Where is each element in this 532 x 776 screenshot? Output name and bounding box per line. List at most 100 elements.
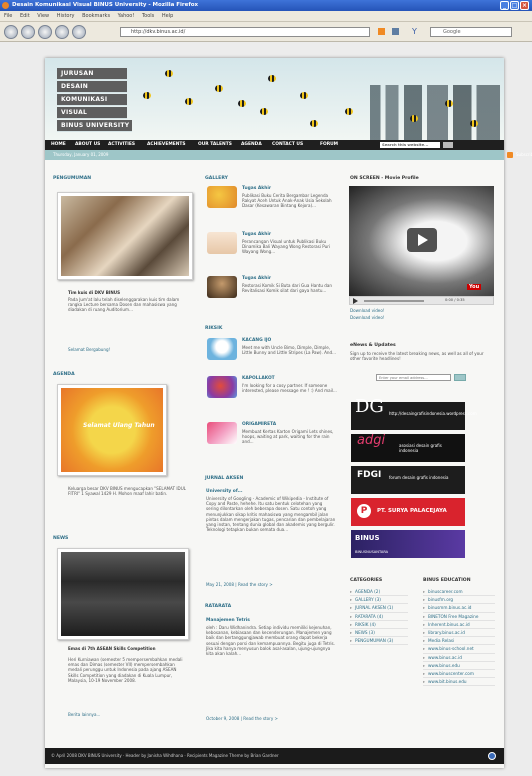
forward-button[interactable]	[21, 25, 35, 39]
banner-binus[interactable]: BINUS BINUSNUSANTARA	[351, 530, 465, 558]
riksik-thumb-3[interactable]	[207, 422, 237, 444]
menu-help[interactable]: Help	[162, 13, 173, 19]
back-button[interactable]	[4, 25, 18, 39]
banner-surya[interactable]: P PT. SURYA PALACEJAYA	[351, 498, 465, 526]
email-input[interactable]: Enter your email address...	[376, 374, 451, 381]
binus-link[interactable]: www.binus-school.net	[423, 645, 495, 654]
search-input[interactable]: Google	[430, 27, 512, 37]
binus-link[interactable]: binusmm.binus.ac.id	[423, 604, 495, 613]
gallery-title-3[interactable]: Tugas Akhir	[242, 276, 271, 281]
nav-about-us[interactable]: ABOUT US	[75, 140, 100, 150]
banner-fdgi[interactable]: FDGI forum desain grafis indonesia	[351, 466, 465, 494]
wordpress-icon[interactable]	[488, 752, 496, 760]
nav-achievements[interactable]: ACHIEVEMENTS	[147, 140, 186, 150]
banner-adgi[interactable]: adgi asosiasi desain grafis indonesia	[351, 434, 465, 462]
category-item[interactable]: JURNAL AKSEN (1)	[350, 604, 408, 613]
play-button[interactable]	[407, 228, 437, 252]
play-icon[interactable]	[353, 298, 358, 304]
binus-link[interactable]: library.binus.ac.id	[423, 629, 495, 638]
address-bar[interactable]: http://dkv.binus.ac.id/	[120, 27, 370, 37]
nav-home[interactable]: HOME	[51, 140, 66, 150]
logo-line-2[interactable]: DESAIN	[57, 81, 127, 93]
binus-link[interactable]: Inherent.binus.ac.id	[423, 621, 495, 630]
binus-education-heading: BINUS EDUCATION	[423, 578, 471, 583]
binus-link[interactable]: BINETON Free Magazine	[423, 613, 495, 621]
video-player[interactable]: You	[349, 186, 494, 296]
close-button[interactable]: ×	[520, 1, 529, 10]
download-link-2[interactable]: Download video!	[350, 315, 384, 320]
stop-button[interactable]	[55, 25, 69, 39]
nav-activities[interactable]: ACTIVITIES	[108, 140, 135, 150]
reload-button[interactable]	[38, 25, 52, 39]
category-item[interactable]: GALLERY (3)	[350, 596, 408, 605]
banner-dg[interactable]: DG http://desaingrafisindonesia.wordpres…	[351, 398, 477, 430]
gallery-title-1[interactable]: Tugas Akhir	[242, 186, 271, 191]
menu-view[interactable]: View	[37, 13, 49, 19]
logo-line-4[interactable]: VISUAL	[57, 107, 127, 119]
riksik-title-2[interactable]: KAPOLLAKOT	[242, 376, 275, 381]
home-button[interactable]	[72, 25, 86, 39]
nav-forum[interactable]: FORUM	[320, 140, 338, 150]
news-link[interactable]: Berita lainnya...	[68, 712, 186, 717]
menu-edit[interactable]: Edit	[20, 13, 30, 19]
bee-icon	[238, 100, 246, 107]
bee-icon	[143, 92, 151, 99]
ratarata-meta[interactable]: October 9, 2008 | Read the story >	[206, 716, 336, 721]
logo-line-1[interactable]: JURUSAN	[57, 68, 127, 80]
minimize-button[interactable]: _	[500, 1, 509, 10]
binus-link[interactable]: www.bit.binus.edu	[423, 678, 495, 687]
riksik-thumb-1[interactable]	[207, 338, 237, 360]
binus-link[interactable]: binuscareer.com	[423, 588, 495, 597]
rss-icon[interactable]	[507, 152, 513, 158]
binus-link[interactable]: www.binuscenter.com	[423, 670, 495, 679]
window-titlebar: Desain Komunikasi Visual BINUS Universit…	[0, 0, 532, 11]
gallery-title-2[interactable]: Tugas Akhir	[242, 232, 271, 237]
menu-history[interactable]: History	[57, 13, 75, 19]
binus-link[interactable]: Media Relasi	[423, 637, 495, 646]
binus-link[interactable]: www.binus.ac.id	[423, 654, 495, 662]
pengumuman-title[interactable]: Tim kuis di DKV BINUS	[68, 290, 188, 295]
site-search-input[interactable]: Search this website...	[380, 142, 440, 148]
pengumuman-photo[interactable]	[57, 192, 193, 280]
seek-bar[interactable]	[364, 300, 424, 302]
pengumuman-link[interactable]: Selamat Bergabung!	[68, 347, 186, 352]
bee-icon	[215, 85, 223, 92]
gallery-thumb-2[interactable]	[207, 232, 237, 254]
menu-bookmarks[interactable]: Bookmarks	[82, 13, 110, 19]
download-link-1[interactable]: Download video!	[350, 308, 384, 313]
bookmark-star-icon[interactable]	[392, 28, 399, 35]
gallery-thumb-1[interactable]	[207, 186, 237, 208]
logo-line-3[interactable]: KOMUNIKASI	[57, 94, 127, 106]
jurnal-meta[interactable]: May 21, 2008 | Read the story >	[206, 582, 336, 587]
logo-line-5[interactable]: BINUS UNIVERSITY	[57, 120, 132, 132]
maximize-button[interactable]: □	[510, 1, 519, 10]
riksik-title-1[interactable]: KACANG IJO	[242, 338, 271, 343]
category-item[interactable]: NEWS (3)	[350, 629, 408, 638]
rss-icon[interactable]	[378, 28, 385, 35]
menu-yahoo[interactable]: Yahoo!	[118, 13, 135, 19]
yahoo-icon[interactable]: Y	[412, 27, 422, 36]
nav-agenda[interactable]: AGENDA	[241, 140, 262, 150]
category-item[interactable]: RIKSIK (4)	[350, 621, 408, 630]
category-item[interactable]: AGENDA (2)	[350, 588, 408, 597]
riksik-title-3[interactable]: ORIGAMIRETA	[242, 422, 276, 427]
binus-link[interactable]: www.binus.edu	[423, 662, 495, 671]
binus-link[interactable]: binusfm.org	[423, 596, 495, 605]
riksik-thumb-2[interactable]	[207, 376, 237, 398]
jurnal-title[interactable]: University of...	[206, 489, 243, 494]
site-search-button[interactable]	[443, 142, 453, 148]
nav-our-talents[interactable]: OUR TALENTS	[198, 140, 232, 150]
nav-contact-us[interactable]: CONTACT US	[272, 140, 303, 150]
agenda-poster[interactable]: Selamat Ulang Tahun	[57, 384, 167, 476]
menu-file[interactable]: File	[4, 13, 12, 19]
ratarata-title[interactable]: Manajemen Tetris	[206, 618, 250, 623]
bee-icon	[268, 75, 276, 82]
category-item[interactable]: PENGUMUMAN (3)	[350, 637, 408, 646]
menu-tools[interactable]: Tools	[142, 13, 154, 19]
news-photo[interactable]	[57, 548, 189, 640]
gallery-thumb-3[interactable]	[207, 276, 237, 298]
news-title[interactable]: Emas di 7th ASEAN Skills Competition	[68, 646, 188, 651]
subscribe-button[interactable]	[454, 374, 466, 381]
category-item[interactable]: RATARATA (4)	[350, 613, 408, 621]
subscribe-link[interactable]: Subscribe	[516, 150, 532, 160]
